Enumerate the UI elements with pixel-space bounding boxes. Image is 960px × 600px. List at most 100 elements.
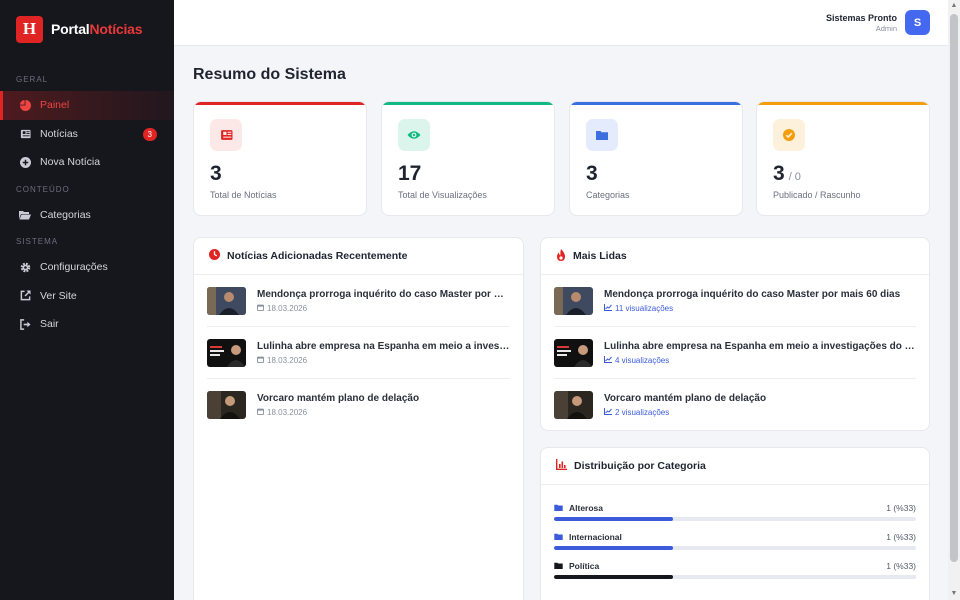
scroll-up-arrow[interactable]: ▲: [948, 0, 960, 12]
nav-section-sistema: SISTEMA: [16, 237, 59, 246]
news-thumbnail: [554, 391, 593, 419]
news-views-text: 2 visualizações: [615, 408, 670, 417]
gear-icon: [19, 261, 31, 273]
category-name: Política: [569, 561, 600, 571]
news-thumbnail: [207, 286, 246, 315]
list-item-text: Mendonça prorroga inquérito do caso Mast…: [257, 289, 510, 313]
sidebar-item-label: Categorias: [40, 208, 91, 221]
list-item[interactable]: Mendonça prorroga inquérito do caso Mast…: [554, 275, 916, 327]
stat-accent-bar: [194, 102, 366, 105]
fire-icon: [556, 248, 566, 264]
avatar[interactable]: S: [905, 10, 930, 35]
sidebar-item-noticias[interactable]: Notícias 3: [0, 120, 174, 149]
stat-accent-bar: [382, 102, 554, 105]
stat-label: Publicado / Rascunho: [773, 190, 861, 200]
list-item-text: Mendonça prorroga inquérito do caso Mast…: [604, 289, 916, 313]
sidebar: H PortalNotícias GERAL Painel Notícias 3…: [0, 0, 174, 600]
category-distribution-panel: Distribuição por Categoria Alterosa 1 (%…: [540, 447, 930, 600]
news-thumbnail: [554, 338, 593, 367]
stat-value: 3: [586, 162, 598, 185]
eye-icon: [398, 119, 430, 151]
category-row: Internacional 1 (%33): [554, 532, 916, 552]
chart-line-icon: [604, 355, 612, 365]
external-link-icon: [19, 290, 31, 302]
progress-track: [554, 575, 916, 579]
sidebar-item-sair[interactable]: Sair: [0, 310, 174, 339]
news-thumbnail: [207, 391, 246, 419]
pie-chart-icon: [19, 99, 31, 111]
brand-name-part-a: Portal: [51, 21, 90, 37]
folder-open-icon: [19, 209, 31, 221]
stat-card-publicado: 3/ 0 Publicado / Rascunho: [756, 101, 930, 216]
progress-fill: [554, 517, 674, 521]
panel-header: Notícias Adicionadas Recentemente: [194, 238, 523, 275]
news-title: Mendonça prorroga inquérito do caso Mast…: [257, 288, 510, 300]
news-date: 18.03.2026: [257, 356, 510, 365]
news-views: 11 visualizações: [604, 303, 916, 313]
panel-title: Notícias Adicionadas Recentemente: [227, 250, 408, 262]
list-item[interactable]: Mendonça prorroga inquérito do caso Mast…: [207, 275, 510, 327]
panel-header: Mais Lidas: [541, 238, 929, 275]
news-views: 4 visualizações: [604, 355, 916, 365]
calendar-icon: [257, 408, 264, 417]
panel-title: Mais Lidas: [573, 250, 627, 262]
category-name: Alterosa: [569, 503, 604, 513]
list-item-text: Lulinha abre empresa na Espanha em meio …: [604, 341, 916, 365]
stat-card-categorias: 3 Categorias: [569, 101, 743, 216]
category-row-head: Alterosa 1 (%33): [554, 503, 916, 513]
stat-accent-bar: [757, 102, 929, 105]
sidebar-item-label: Notícias: [40, 127, 78, 140]
brand-logo: H: [16, 15, 43, 43]
topbar: Sistemas Pronto Admin S: [174, 0, 948, 46]
sidebar-item-ver-site[interactable]: Ver Site: [0, 282, 174, 311]
chart-line-icon: [604, 303, 612, 313]
progress-fill: [554, 546, 674, 550]
list-item[interactable]: Lulinha abre empresa na Espanha em meio …: [207, 327, 510, 379]
folder-icon: [554, 561, 563, 571]
news-date-text: 18.03.2026: [267, 303, 308, 313]
list-item[interactable]: Vorcaro mantém plano de delação 18.03.20…: [207, 379, 510, 431]
stat-value: 3/ 0: [773, 162, 801, 186]
sidebar-item-categorias[interactable]: Categorias: [0, 201, 174, 230]
category-row: Alterosa 1 (%33): [554, 503, 916, 523]
brand[interactable]: H PortalNotícias: [0, 0, 174, 58]
calendar-icon: [257, 356, 264, 365]
progress-track: [554, 546, 916, 550]
plus-circle-icon: [19, 156, 31, 168]
scroll-thumb[interactable]: [950, 14, 958, 562]
stat-label: Total de Visualizações: [398, 190, 487, 200]
news-title: Vorcaro mantém plano de delação: [257, 393, 420, 404]
list-item[interactable]: Lulinha abre empresa na Espanha em meio …: [554, 327, 916, 379]
category-value: 1 (%33): [886, 532, 916, 542]
list-item-text: Vorcaro mantém plano de delação 18.03.20…: [257, 393, 510, 417]
category-name: Internacional: [569, 532, 622, 542]
notification-badge: 3: [142, 127, 157, 141]
stat-value: 3: [210, 162, 222, 185]
scroll-down-arrow[interactable]: ▼: [948, 588, 960, 600]
check-circle-icon: [773, 119, 805, 151]
recent-news-panel: Notícias Adicionadas Recentemente Mendon…: [193, 237, 524, 600]
news-thumbnail: [207, 338, 246, 367]
scrollbar[interactable]: ▲ ▼: [948, 0, 960, 600]
stat-card-visualizacoes: 17 Total de Visualizações: [381, 101, 555, 216]
folder-icon: [554, 503, 563, 513]
list-item[interactable]: Vorcaro mantém plano de delação 2 visual…: [554, 379, 916, 430]
folder-icon: [554, 532, 563, 542]
news-date: 18.03.2026: [257, 304, 510, 313]
sidebar-item-nova-noticia[interactable]: Nova Notícia: [0, 148, 174, 177]
list-item-text: Vorcaro mantém plano de delação 2 visual…: [604, 393, 916, 417]
category-value: 1 (%33): [886, 561, 916, 571]
stat-label: Total de Notícias: [210, 190, 277, 200]
sidebar-item-configuracoes[interactable]: Configurações: [0, 253, 174, 282]
nav-section-geral: GERAL: [16, 75, 49, 84]
sidebar-item-painel[interactable]: Painel: [0, 91, 174, 120]
progress-track: [554, 517, 916, 521]
user-name: Sistemas Pronto: [825, 12, 897, 23]
logout-icon: [19, 318, 31, 330]
sidebar-item-label: Painel: [40, 99, 70, 112]
stat-card-noticias: 3 Total de Notícias: [193, 101, 367, 216]
page-title: Resumo do Sistema: [193, 66, 346, 83]
user-menu[interactable]: Sistemas Pronto Admin S: [826, 10, 930, 35]
panel-title: Distribuição por Categoria: [574, 460, 706, 472]
user-role: Admin: [875, 23, 897, 33]
